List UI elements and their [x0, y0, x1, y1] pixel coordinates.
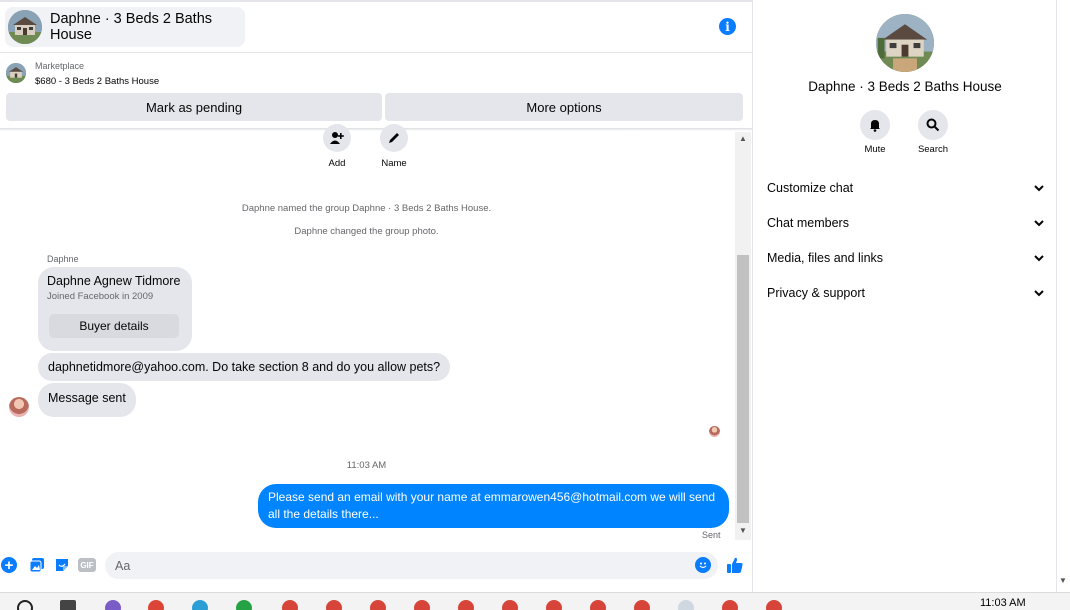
conversation-header[interactable]: Daphne · 3 Beds 2 Baths House: [5, 7, 245, 47]
buyer-details-button[interactable]: Buyer details: [49, 314, 179, 338]
emoji-icon[interactable]: [695, 557, 711, 573]
page-scrollbar[interactable]: [1056, 0, 1070, 592]
sticker-icon[interactable]: [53, 556, 71, 574]
pencil-icon: [380, 124, 408, 152]
chrome-icon[interactable]: [148, 600, 164, 610]
sent-status: Sent: [702, 530, 721, 540]
section-label: Customize chat: [767, 181, 854, 195]
sender-avatar[interactable]: [9, 397, 29, 417]
chrome-profile-icon[interactable]: [458, 600, 474, 610]
taskbar-clock[interactable]: 11:03 AM: [980, 597, 1026, 609]
photo-icon[interactable]: [28, 556, 46, 574]
read-receipt-avatar: [709, 426, 720, 437]
add-label: Add: [328, 158, 346, 169]
message-timestamp: 11:03 AM: [346, 460, 387, 471]
message-input[interactable]: [105, 552, 718, 579]
chevron-down-icon: [1033, 217, 1045, 229]
more-options-button[interactable]: More options: [385, 93, 743, 121]
conversation-title: Daphne · 3 Beds 2 Baths House: [50, 11, 213, 43]
conversation-info-pane: Daphne · 3 Beds 2 Baths House Mute Searc…: [754, 0, 1070, 592]
chrome-profile-icon[interactable]: [766, 600, 782, 610]
scrollbar-thumb[interactable]: [737, 255, 749, 523]
plus-icon[interactable]: +: [1, 557, 17, 574]
outgoing-message-line: Please send an email with your name at e…: [268, 490, 716, 504]
header-divider: [0, 52, 753, 53]
search-icon: [918, 110, 948, 140]
add-people-action[interactable]: Add: [312, 124, 362, 169]
outgoing-message-line: all the details there...: [268, 507, 379, 521]
scroll-up-arrow-icon[interactable]: ▲: [735, 134, 751, 146]
chrome-profile-icon[interactable]: [678, 600, 694, 610]
chat-members-section[interactable]: Chat members: [767, 211, 1045, 235]
chrome-profile-icon[interactable]: [590, 600, 606, 610]
messenger-window: Daphne · 3 Beds 2 Baths House i Marketpl…: [0, 0, 1070, 610]
page-scroll-down-arrow-icon[interactable]: ▼: [1059, 576, 1067, 585]
name-group-action[interactable]: Name: [369, 124, 419, 169]
info-title: Daphne · 3 Beds 2 Baths House: [808, 79, 1002, 94]
privacy-support-section[interactable]: Privacy & support: [767, 281, 1045, 305]
app-icon[interactable]: [105, 600, 121, 610]
buyer-profile-card: Daphne Agnew Tidmore Joined Facebook in …: [38, 267, 192, 351]
mark-as-pending-button[interactable]: Mark as pending: [6, 93, 382, 121]
name-label: Name: [381, 158, 407, 169]
customize-chat-section[interactable]: Customize chat: [767, 176, 1045, 200]
chrome-profile-icon[interactable]: [634, 600, 650, 610]
chevron-down-icon: [1033, 182, 1045, 194]
section-label: Media, files and links: [767, 251, 884, 265]
chrome-profile-icon[interactable]: [414, 600, 430, 610]
chrome-profile-icon[interactable]: [502, 600, 518, 610]
listing-title[interactable]: $680 - 3 Beds 2 Baths House: [35, 76, 159, 87]
chat-pane: Daphne · 3 Beds 2 Baths House i Marketpl…: [0, 0, 753, 592]
section-label: Privacy & support: [767, 286, 865, 300]
group-photo-icon: [8, 10, 42, 44]
incoming-message[interactable]: daphnetidmore@yahoo.com. Do take section…: [38, 353, 451, 381]
chevron-down-icon: [1033, 252, 1045, 264]
buyer-joined: Joined Facebook in 2009: [47, 291, 154, 302]
chrome-profile-icon[interactable]: [722, 600, 738, 610]
mute-button[interactable]: Mute: [845, 110, 905, 155]
chevron-down-icon: [1033, 287, 1045, 299]
scroll-down-arrow-icon[interactable]: ▼: [735, 526, 751, 538]
add-person-icon: [323, 124, 351, 152]
media-files-links-section[interactable]: Media, files and links: [767, 246, 1045, 270]
search-label: Search: [917, 144, 949, 155]
outgoing-message[interactable]: Please send an email with your name at e…: [258, 484, 729, 528]
thumbs-up-icon[interactable]: [726, 556, 744, 574]
task-view-icon[interactable]: [60, 600, 76, 610]
chrome-profile-icon[interactable]: [370, 600, 386, 610]
info-icon[interactable]: i: [719, 18, 736, 35]
listing-thumbnail-icon[interactable]: [6, 63, 26, 83]
system-message-renamed: Daphne named the group Daphne · 3 Beds 2…: [241, 203, 492, 214]
chrome-profile-icon[interactable]: [546, 600, 562, 610]
buyer-name: Daphne Agnew Tidmore: [47, 274, 181, 288]
os-taskbar: 11:03 AM: [0, 592, 1070, 610]
top-border: [0, 0, 753, 2]
edge-icon[interactable]: [192, 600, 208, 610]
gif-icon[interactable]: GIF: [78, 558, 96, 572]
search-icon[interactable]: [17, 600, 33, 610]
mute-label: Mute: [864, 144, 886, 155]
chrome-profile-icon[interactable]: [326, 600, 342, 610]
chrome-profile-icon[interactable]: [282, 600, 298, 610]
group-photo-large-icon: [876, 14, 934, 72]
search-button[interactable]: Search: [903, 110, 963, 155]
bell-icon: [860, 110, 890, 140]
incoming-message[interactable]: Message sent: [38, 383, 136, 417]
sender-name: Daphne: [47, 254, 79, 264]
section-label: Chat members: [767, 216, 849, 230]
whatsapp-icon[interactable]: [236, 600, 252, 610]
marketplace-label: Marketplace: [35, 61, 85, 71]
system-message-photo: Daphne changed the group photo.: [294, 226, 439, 237]
